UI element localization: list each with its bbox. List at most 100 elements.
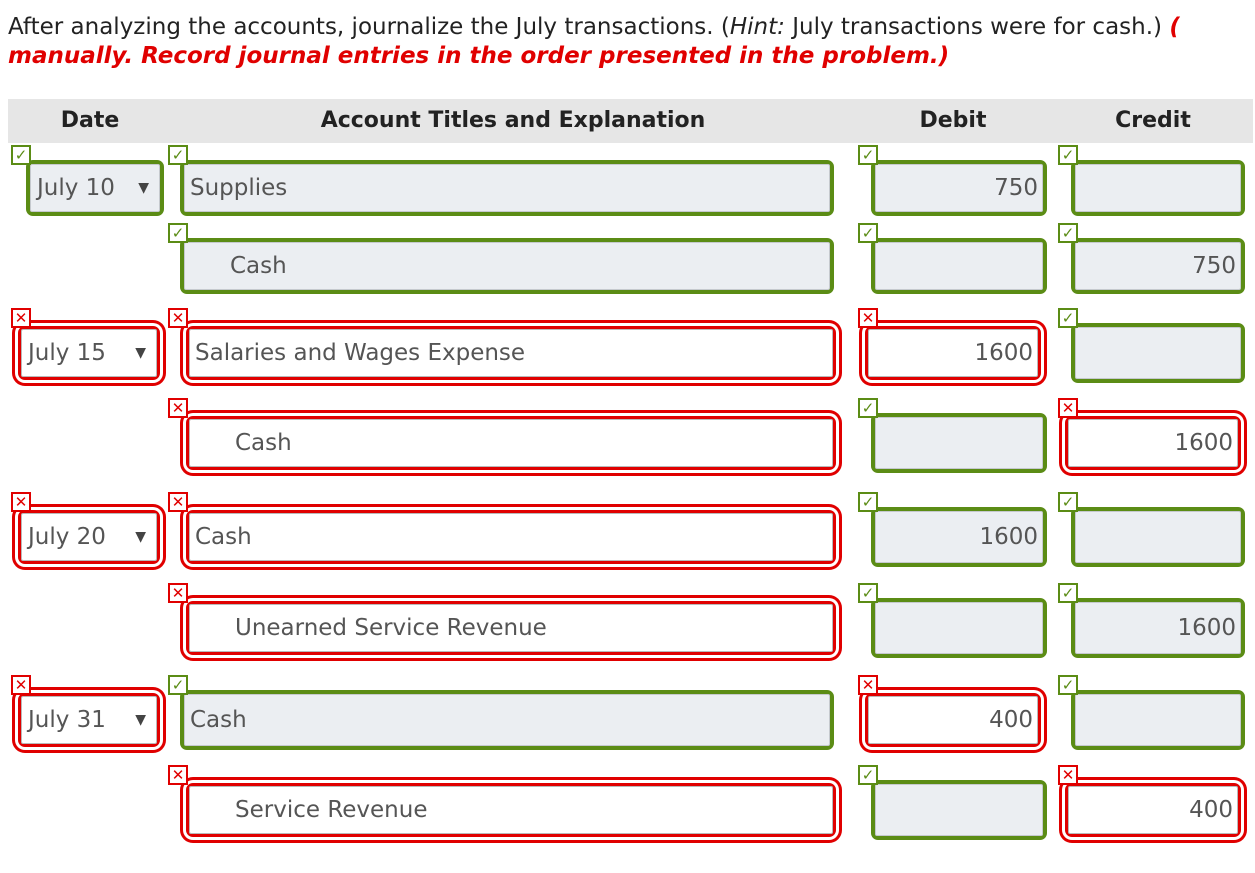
x-icon: ✕	[858, 308, 878, 328]
credit-field-box: 1600	[1068, 419, 1238, 467]
check-icon: ✓	[858, 583, 878, 603]
instructions-line-1: After analyzing the accounts, journalize…	[8, 14, 1180, 40]
debit-input[interactable]: 1600	[871, 507, 1047, 567]
debit-field-box	[875, 417, 1043, 469]
account-input[interactable]: Supplies	[180, 160, 834, 216]
journal-row: Unearned Service Revenue ✕ ✓ 1600 ✓	[0, 583, 1255, 668]
journal-row: Cash ✓ ✓ 750 ✓	[0, 223, 1255, 304]
instructions-line-2: manually. Record journal entries in the …	[8, 43, 950, 69]
account-value: Service Revenue	[235, 797, 428, 823]
account-input[interactable]: Cash	[180, 690, 834, 750]
debit-field-box	[875, 602, 1043, 654]
debit-input[interactable]: 400	[865, 693, 1041, 747]
check-icon: ✓	[168, 223, 188, 243]
credit-value	[1081, 165, 1236, 211]
account-input[interactable]: Cash	[180, 238, 834, 294]
credit-input[interactable]: 750	[1071, 238, 1245, 294]
debit-input[interactable]	[871, 238, 1047, 294]
journal-row: Cash ✕ ✓ 1600 ✕	[0, 398, 1255, 483]
x-icon: ✕	[168, 583, 188, 603]
credit-input[interactable]	[1071, 507, 1245, 567]
x-icon: ✕	[168, 398, 188, 418]
x-icon: ✕	[11, 308, 31, 328]
x-icon: ✕	[168, 308, 188, 328]
table-header: Date Account Titles and Explanation Debi…	[8, 99, 1253, 143]
credit-value: 1600	[1177, 615, 1236, 641]
account-input[interactable]: Unearned Service Revenue	[186, 601, 836, 655]
check-icon: ✓	[858, 765, 878, 785]
x-icon: ✕	[1058, 398, 1078, 418]
date-field-box: July 15 ▼	[21, 329, 157, 377]
debit-input[interactable]	[871, 598, 1047, 658]
account-field-box: Cash	[184, 694, 830, 746]
check-icon: ✓	[168, 675, 188, 695]
account-field-box: Supplies	[184, 164, 830, 212]
credit-column-header: Credit	[1115, 108, 1191, 133]
date-select[interactable]: July 31 ▼	[18, 693, 160, 747]
account-value: Unearned Service Revenue	[235, 615, 547, 641]
check-icon: ✓	[858, 145, 878, 165]
account-input[interactable]: Cash	[186, 416, 836, 470]
date-select[interactable]: July 15 ▼	[18, 326, 160, 380]
journal-row: July 20 ▼ ✕ Cash ✕ 1600 ✓ ✓	[0, 492, 1255, 577]
check-icon: ✓	[1058, 675, 1078, 695]
x-icon: ✕	[1058, 765, 1078, 785]
debit-value	[881, 418, 1038, 468]
account-input[interactable]: Service Revenue	[186, 783, 836, 837]
check-icon: ✓	[1058, 492, 1078, 512]
debit-input[interactable]: 750	[871, 160, 1047, 216]
account-column-header: Account Titles and Explanation	[320, 108, 706, 133]
account-value: Supplies	[190, 175, 288, 201]
debit-input[interactable]	[871, 413, 1047, 473]
credit-value: 400	[1189, 797, 1233, 823]
date-select[interactable]: July 10 ▼	[26, 160, 164, 216]
account-field-box: Service Revenue	[189, 786, 833, 834]
credit-field-box	[1075, 694, 1241, 746]
check-icon: ✓	[1058, 145, 1078, 165]
dropdown-caret-icon: ▼	[135, 529, 146, 545]
account-input[interactable]: Salaries and Wages Expense	[186, 326, 836, 380]
check-icon: ✓	[11, 145, 31, 165]
account-value: Cash	[230, 253, 287, 279]
x-icon: ✕	[168, 492, 188, 512]
credit-input[interactable]	[1071, 160, 1245, 216]
account-field-box: Salaries and Wages Expense	[189, 329, 833, 377]
credit-input[interactable]: 1600	[1065, 416, 1241, 470]
x-icon: ✕	[168, 765, 188, 785]
check-icon: ✓	[1058, 223, 1078, 243]
date-value: July 20	[28, 524, 106, 550]
credit-field-box	[1075, 511, 1241, 563]
instructions: After analyzing the accounts, journalize…	[8, 13, 1255, 75]
debit-field-box: 400	[868, 696, 1038, 744]
journal-row: July 10 ▼ ✓ Supplies ✓ 750 ✓ ✓	[0, 145, 1255, 226]
debit-value	[881, 243, 1038, 289]
debit-value: 750	[994, 175, 1038, 201]
dropdown-caret-icon: ▼	[135, 345, 146, 361]
credit-field-box: 750	[1075, 242, 1241, 290]
date-value: July 15	[28, 340, 106, 366]
account-input[interactable]: Cash	[186, 510, 836, 564]
account-field-box: Cash	[189, 419, 833, 467]
check-icon: ✓	[858, 398, 878, 418]
date-field-box: July 20 ▼	[21, 513, 157, 561]
date-field-box: July 10 ▼	[30, 164, 160, 212]
credit-input[interactable]	[1071, 323, 1245, 383]
dropdown-caret-icon: ▼	[138, 180, 149, 196]
credit-input[interactable]: 1600	[1071, 598, 1245, 658]
account-field-box: Cash	[184, 242, 830, 290]
check-icon: ✓	[1058, 583, 1078, 603]
date-select[interactable]: July 20 ▼	[18, 510, 160, 564]
debit-field-box	[875, 784, 1043, 836]
credit-input[interactable]: 400	[1065, 783, 1241, 837]
credit-value	[1081, 512, 1236, 562]
credit-value	[1081, 695, 1236, 745]
check-icon: ✓	[168, 145, 188, 165]
credit-field-box	[1075, 327, 1241, 379]
debit-input[interactable]: 1600	[865, 326, 1041, 380]
credit-field-box	[1075, 164, 1241, 212]
debit-input[interactable]	[871, 780, 1047, 840]
credit-input[interactable]	[1071, 690, 1245, 750]
debit-value	[881, 785, 1038, 835]
debit-field-box: 1600	[868, 329, 1038, 377]
date-field-box: July 31 ▼	[21, 696, 157, 744]
